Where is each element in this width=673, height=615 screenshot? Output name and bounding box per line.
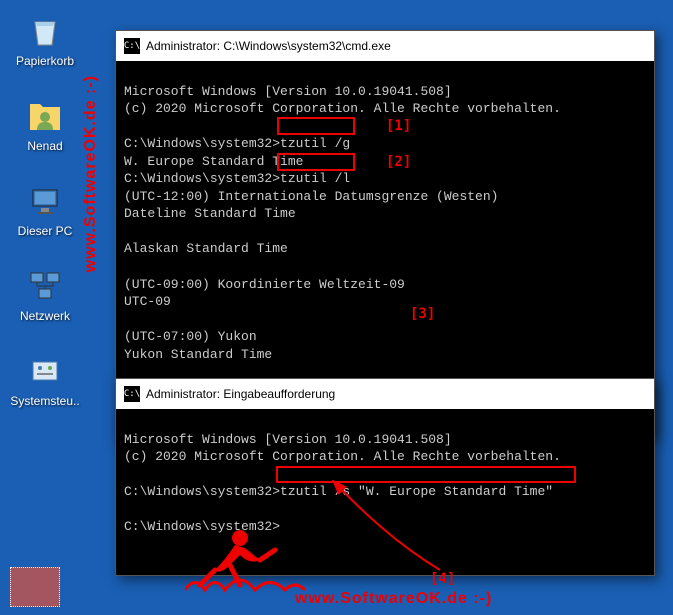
desktop-icon-this-pc[interactable]: Dieser PC [10,180,80,238]
cmd-line: (c) 2020 Microsoft Corporation. Alle Rec… [124,449,561,464]
cmd-line: Yukon Standard Time [124,347,272,362]
watermark-bottom: www.SoftwareOK.de :-) [295,590,492,608]
cmd-line: C:\Windows\system32>tzutil /s "W. Europe… [124,484,553,499]
window-title: Administrator: C:\Windows\system32\cmd.e… [146,39,391,53]
cmd-line: Microsoft Windows [Version 10.0.19041.50… [124,84,452,99]
cmd-line: C:\Windows\system32> [124,519,280,534]
user-folder-icon [25,95,65,135]
cmd-line: Alaskan Standard Time [124,241,288,256]
network-icon [25,265,65,305]
highlight-box-3 [276,466,576,483]
cmd-line: Dateline Standard Time [124,206,296,221]
cmd-icon: C:\ [124,38,140,54]
control-panel-icon [25,350,65,390]
cmd-line: (c) 2020 Microsoft Corporation. Alle Rec… [124,101,561,116]
cmd-line: C:\Windows\system32>tzutil /l [124,171,350,186]
highlight-box-1 [277,117,355,135]
cmd-line: (UTC-12:00) Internationale Datumsgrenze … [124,189,498,204]
window-title: Administrator: Eingabeaufforderung [146,387,335,401]
desktop-icon-label: Papierkorb [10,54,80,68]
selected-desktop-item[interactable] [10,567,60,607]
titlebar-2[interactable]: C:\ Administrator: Eingabeaufforderung [116,379,654,409]
desktop-icon-recycle-bin[interactable]: Papierkorb [10,10,80,68]
watermark-vertical: www.SoftwareOK.de :-) [82,75,100,272]
cmd-line: C:\Windows\system32>tzutil /g [124,136,350,151]
recycle-bin-icon [25,10,65,50]
this-pc-icon [25,180,65,220]
cmd-line: (UTC-07:00) Yukon [124,329,257,344]
cmd-line: (UTC-09:00) Koordinierte Weltzeit-09 [124,277,405,292]
cmd-line: UTC-09 [124,294,171,309]
desktop-icon-user[interactable]: Nenad [10,95,80,153]
cmd-icon: C:\ [124,386,140,402]
desktop-icon-label: Netzwerk [10,309,80,323]
desktop-icon-network[interactable]: Netzwerk [10,265,80,323]
cmd-output-2[interactable]: Microsoft Windows [Version 10.0.19041.50… [116,409,654,575]
cmd-line: Microsoft Windows [Version 10.0.19041.50… [124,432,452,447]
desktop-icon-label: Dieser PC [10,224,80,238]
desktop-icon-control-panel[interactable]: Systemsteu.. [10,350,80,408]
desktop-icon-label: Nenad [10,139,80,153]
desktop-icon-label: Systemsteu.. [10,394,80,408]
cmd-window-2[interactable]: C:\ Administrator: Eingabeaufforderung M… [115,378,655,576]
titlebar-1[interactable]: C:\ Administrator: C:\Windows\system32\c… [116,31,654,61]
cmd-line: W. Europe Standard Time [124,154,303,169]
